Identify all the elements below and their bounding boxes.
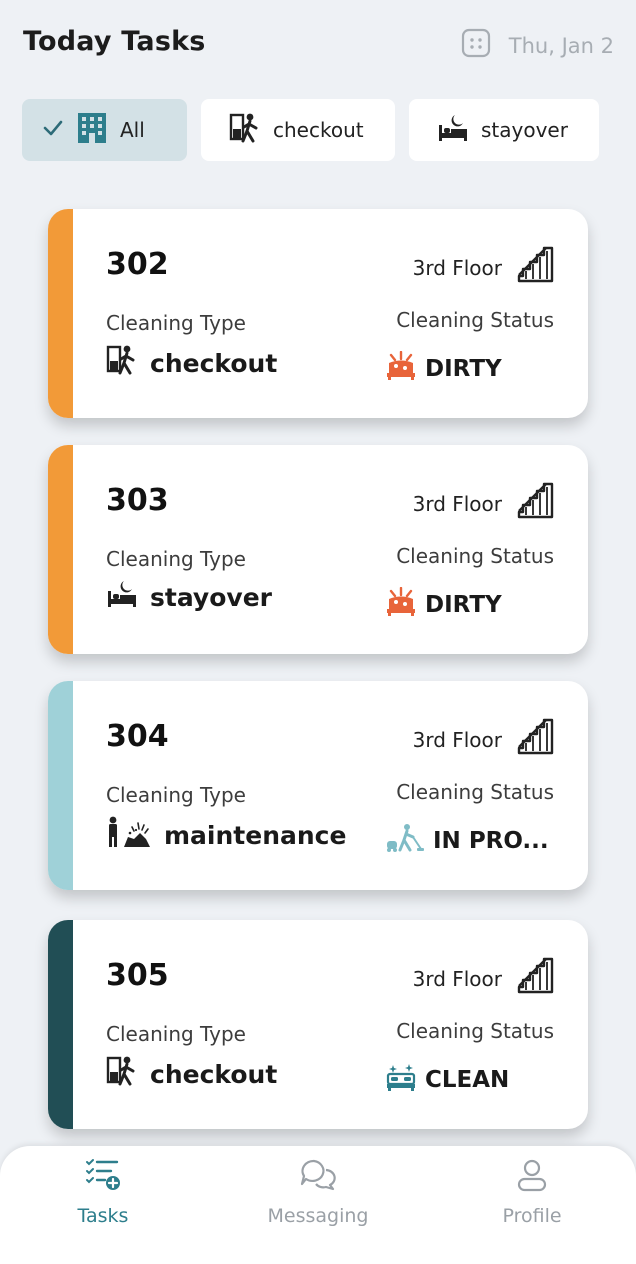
floor-label: 3rd Floor: [412, 966, 502, 991]
task-card[interactable]: 304 3rd Floor Cleaning Type Cleaning Sta…: [48, 681, 588, 890]
room-number: 303: [106, 483, 169, 518]
nav-label: Profile: [502, 1205, 562, 1227]
date-label: Thu, Jan 2: [508, 33, 614, 58]
floor-label: 3rd Floor: [412, 491, 502, 516]
clean-bed-icon: [385, 1062, 417, 1098]
header: Today Tasks Thu, Jan 2: [0, 0, 636, 90]
cleaning-status-label: Cleaning Status: [396, 1019, 554, 1043]
bottom-nav: Tasks Messaging Profile: [0, 1146, 636, 1264]
cleaning-status: DIRTY: [385, 350, 502, 387]
chat-bubbles-icon: [300, 1158, 336, 1197]
nav-label: Messaging: [267, 1205, 369, 1227]
floor-label: 3rd Floor: [412, 727, 502, 752]
nav-messaging[interactable]: Messaging: [238, 1158, 398, 1227]
cleaning-type-label: Cleaning Type: [106, 1022, 246, 1046]
filter-chip-checkout[interactable]: checkout: [201, 99, 395, 161]
cleaning-status: IN PRO...: [385, 823, 549, 859]
cleaning-status-label: Cleaning Status: [396, 780, 554, 804]
vacuum-cleaner-icon: [385, 823, 425, 859]
dirty-bed-icon: [385, 586, 417, 623]
cleaning-status-value: CLEAN: [425, 1067, 510, 1093]
cleaning-type-value: stayover: [150, 582, 272, 612]
floor-info: 3rd Floor: [413, 717, 556, 762]
cleaning-type: checkout: [106, 343, 277, 383]
user-icon: [515, 1158, 549, 1197]
floor-info: 3rd Floor: [413, 245, 556, 290]
maintenance-icon: [106, 815, 152, 855]
status-stripe: [48, 445, 73, 654]
cleaning-type-value: checkout: [150, 1059, 278, 1089]
cleaning-type-label: Cleaning Type: [106, 783, 246, 807]
stairs-icon: [516, 956, 556, 1001]
floor-label: 3rd Floor: [412, 255, 502, 280]
cleaning-type-label: Cleaning Type: [106, 311, 246, 335]
floor-info: 3rd Floor: [413, 481, 556, 526]
task-card[interactable]: 302 3rd Floor Cleaning Type Cleaning Sta…: [48, 209, 588, 418]
bed-moon-icon: [106, 579, 138, 615]
bed-moon-icon: [437, 113, 469, 148]
task-card[interactable]: 303 3rd Floor Cleaning Type Cleaning Sta…: [48, 445, 588, 654]
filter-chip-all[interactable]: All: [22, 99, 187, 161]
status-stripe: [48, 920, 73, 1129]
status-stripe: [48, 681, 73, 890]
stairs-icon: [516, 717, 556, 762]
filter-chip-stayover[interactable]: stayover: [409, 99, 599, 161]
cleaning-type: stayover: [106, 579, 272, 615]
task-card[interactable]: 305 3rd Floor Cleaning Type Cleaning Sta…: [48, 920, 588, 1129]
cleaning-type-value: maintenance: [164, 820, 347, 850]
checkout-person-icon: [229, 111, 261, 150]
nav-profile[interactable]: Profile: [452, 1158, 612, 1227]
tasks-icon: [85, 1158, 121, 1197]
checkout-person-icon: [106, 1054, 138, 1094]
cleaning-status: CLEAN: [385, 1062, 509, 1098]
dirty-bed-icon: [385, 350, 417, 387]
cleaning-status-value: DIRTY: [425, 592, 502, 618]
room-number: 302: [106, 247, 169, 282]
nav-label: Tasks: [77, 1205, 129, 1227]
stairs-icon: [516, 245, 556, 290]
cleaning-status-value: DIRTY: [425, 356, 502, 382]
floor-info: 3rd Floor: [413, 956, 556, 1001]
room-number: 304: [106, 719, 169, 754]
cleaning-type: maintenance: [106, 815, 346, 855]
calendar-icon: [461, 28, 491, 63]
filter-chip-label: stayover: [481, 118, 568, 142]
stairs-icon: [516, 481, 556, 526]
page-title: Today Tasks: [23, 26, 206, 57]
filter-chip-label: checkout: [273, 118, 364, 142]
cleaning-status-label: Cleaning Status: [396, 308, 554, 332]
cleaning-type-value: checkout: [150, 348, 278, 378]
filter-chips: All checkout stayover: [22, 99, 636, 161]
nav-tasks[interactable]: Tasks: [23, 1158, 183, 1227]
cleaning-type-label: Cleaning Type: [106, 547, 246, 571]
status-stripe: [48, 209, 73, 418]
checkout-person-icon: [106, 343, 138, 383]
cleaning-status-label: Cleaning Status: [396, 544, 554, 568]
building-icon: [76, 111, 108, 150]
date-picker[interactable]: Thu, Jan 2: [461, 28, 614, 63]
cleaning-type: checkout: [106, 1054, 277, 1094]
filter-chip-label: All: [120, 118, 145, 142]
check-icon: [42, 117, 64, 144]
room-number: 305: [106, 958, 169, 993]
cleaning-status-value: IN PRO...: [433, 828, 549, 854]
cleaning-status: DIRTY: [385, 586, 502, 623]
